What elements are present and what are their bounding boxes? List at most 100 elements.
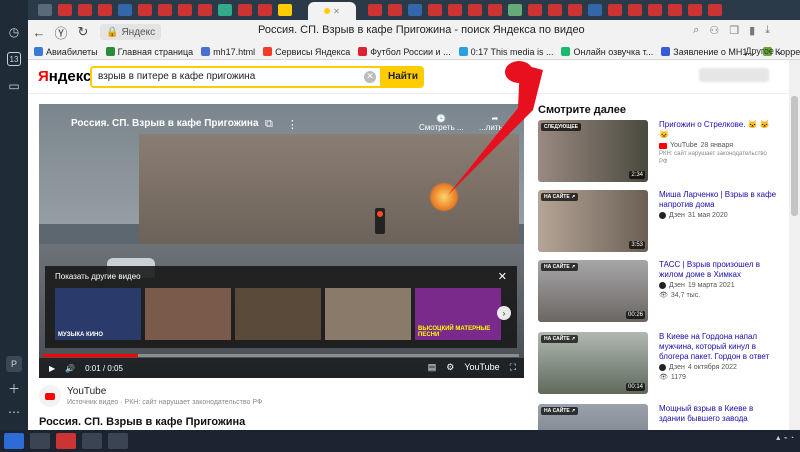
taskbar-app[interactable]	[82, 433, 102, 449]
search-button[interactable]: Найти	[382, 65, 424, 88]
related-title[interactable]: В Киеве на Гордона напал мужчина, которы…	[659, 332, 777, 362]
related-title[interactable]: Мощный взрыв в Киеве в здании бывшего за…	[659, 404, 777, 424]
related-video[interactable]: СЛЕДУЮЩЕЕ 2:34 Пригожин о Стрелкове. 🐱 🐱…	[538, 120, 778, 184]
suggested-video-thumb[interactable]: ВЫСОЦКИЙ МАТЕРНЫЕ ПЕСНИ	[415, 288, 501, 340]
tab[interactable]	[58, 4, 72, 16]
fullscreen-icon[interactable]: ⛶	[510, 362, 516, 373]
back-icon[interactable]: ←	[28, 21, 50, 43]
tab[interactable]	[708, 4, 722, 16]
history-icon[interactable]: ◷	[6, 24, 22, 40]
subtitles-icon[interactable]: ▤	[428, 362, 437, 373]
scrollbar-thumb[interactable]	[791, 96, 798, 216]
tab[interactable]	[468, 4, 482, 16]
tab[interactable]	[178, 4, 192, 16]
bookmark-item[interactable]: Авиабилеты	[34, 47, 98, 57]
add-icon[interactable]: ＋	[6, 380, 22, 396]
suggested-video-thumb[interactable]	[145, 288, 231, 340]
related-video[interactable]: НА САЙТЕ ↗ 3:53 Миша Ларченко | Взрыв в …	[538, 190, 778, 254]
share-button[interactable]: ➦ ...литься	[479, 114, 511, 132]
tab[interactable]	[158, 4, 172, 16]
tab[interactable]	[98, 4, 112, 16]
system-tray[interactable]: ▲ ⌁ ◔	[775, 434, 794, 442]
related-video[interactable]: НА САЙТЕ ↗ 00:14 В Киеве на Гордона напа…	[538, 332, 778, 396]
volume-icon[interactable]: 🔊	[65, 364, 75, 373]
bookmark-item[interactable]: Заявление о МН1...	[661, 47, 755, 57]
tab[interactable]	[668, 4, 682, 16]
suggested-video-thumb[interactable]: МУЗЫКА КИНО	[55, 288, 141, 340]
tab[interactable]	[488, 4, 502, 16]
tab[interactable]	[428, 4, 442, 16]
tab[interactable]	[528, 4, 542, 16]
tab[interactable]	[688, 4, 702, 16]
related-video[interactable]: НА САЙТЕ ↗ Мощный взрыв в Киеве в здании…	[538, 404, 778, 430]
close-icon[interactable]: ✕	[498, 270, 507, 283]
video-progress-bar[interactable]	[43, 354, 519, 357]
bookmark-item[interactable]: 0:17 This media is ...	[458, 47, 553, 57]
related-video-thumb[interactable]: НА САЙТЕ ↗	[538, 404, 648, 430]
taskbar-app[interactable]	[56, 433, 76, 449]
yandex-logo[interactable]: Яндекс	[38, 68, 91, 85]
bookmark-item[interactable]: mh17.html	[201, 47, 255, 57]
related-video-thumb[interactable]: СЛЕДУЮЩЕЕ 2:34	[538, 120, 648, 182]
related-video[interactable]: НА САЙТЕ ↗ 00:26 ТАСС | Взрыв произошел …	[538, 260, 778, 324]
bookmark-item[interactable]: Футбол России и ...	[358, 47, 451, 57]
open-external-icon[interactable]: ⧉	[265, 118, 273, 131]
tab[interactable]	[198, 4, 212, 16]
reload-icon[interactable]: ↻	[72, 21, 94, 43]
more-icon[interactable]: ⋯	[6, 404, 22, 420]
bookmark-item[interactable]: Главная страница	[105, 47, 193, 57]
tab[interactable]	[78, 4, 92, 16]
settings-icon[interactable]: ⚙	[446, 362, 454, 373]
related-title[interactable]: ТАСС | Взрыв произошел в жилом доме в Хи…	[659, 260, 777, 280]
bookmark-item[interactable]: Онлайн озвучка т...	[561, 47, 653, 57]
panel-icon[interactable]: ▭	[6, 78, 22, 94]
extension-icon[interactable]: ⚇	[709, 24, 719, 37]
profile-icon[interactable]: P	[6, 356, 22, 372]
more-vertical-icon[interactable]: ⋮	[287, 118, 298, 131]
page-scrollbar[interactable]	[789, 60, 800, 430]
search-input[interactable]: взрыв в питере в кафе пригожина ✕	[90, 65, 382, 88]
tab[interactable]	[368, 4, 382, 16]
related-video-thumb[interactable]: НА САЙТЕ ↗ 3:53	[538, 190, 648, 252]
related-title[interactable]: Миша Ларченко | Взрыв в кафе напротив до…	[659, 190, 777, 210]
tab[interactable]	[238, 4, 252, 16]
close-tab-icon[interactable]: ✕	[333, 7, 340, 16]
watch-later-button[interactable]: 🕓 Смотреть ...	[419, 114, 464, 132]
tab[interactable]	[38, 4, 52, 16]
tab[interactable]	[568, 4, 582, 16]
video-player[interactable]: Россия. СП. Взрыв в кафе Пригожина ⧉ ⋮ 🕓…	[39, 104, 524, 378]
tab[interactable]	[588, 4, 602, 16]
video-title-below[interactable]: Россия. СП. Взрыв в кафе Пригожина	[39, 416, 245, 428]
address-bar[interactable]: 🔒 Яндекс	[100, 24, 162, 40]
taskbar-app[interactable]	[30, 433, 50, 449]
start-icon[interactable]	[4, 433, 24, 449]
tab[interactable]	[408, 4, 422, 16]
active-tab[interactable]: ✕	[308, 2, 356, 20]
tab[interactable]	[118, 4, 132, 16]
related-video-thumb[interactable]: НА САЙТЕ ↗ 00:14	[538, 332, 648, 394]
tab[interactable]	[278, 4, 292, 16]
youtube-brand[interactable]: YouTube	[464, 362, 499, 373]
tab[interactable]	[608, 4, 622, 16]
taskbar-app[interactable]	[108, 433, 128, 449]
related-title[interactable]: Пригожин о Стрелкове. 🐱 🐱 🐱	[659, 120, 777, 140]
tab[interactable]	[258, 4, 272, 16]
tab[interactable]	[648, 4, 662, 16]
tab[interactable]	[138, 4, 152, 16]
source-name[interactable]: YouTube	[67, 386, 262, 397]
clear-icon[interactable]: ✕	[364, 70, 376, 83]
suggested-video-thumb[interactable]	[325, 288, 411, 340]
chevron-right-icon[interactable]: ›	[497, 306, 511, 320]
tab[interactable]	[388, 4, 402, 16]
play-icon[interactable]: ▶	[49, 364, 55, 373]
bookmark-icon[interactable]: ▮	[749, 24, 755, 37]
tab[interactable]	[448, 4, 462, 16]
copy-icon[interactable]: ❐	[729, 24, 739, 37]
tab[interactable]	[508, 4, 522, 16]
video-title[interactable]: Россия. СП. Взрыв в кафе Пригожина	[71, 118, 259, 129]
tab[interactable]	[548, 4, 562, 16]
download-icon[interactable]: ⤓	[765, 24, 770, 37]
other-bookmarks[interactable]: Другое ⌄	[745, 46, 784, 57]
yandex-button-icon[interactable]: Ⓨ	[50, 21, 72, 43]
tab[interactable]	[218, 4, 232, 16]
